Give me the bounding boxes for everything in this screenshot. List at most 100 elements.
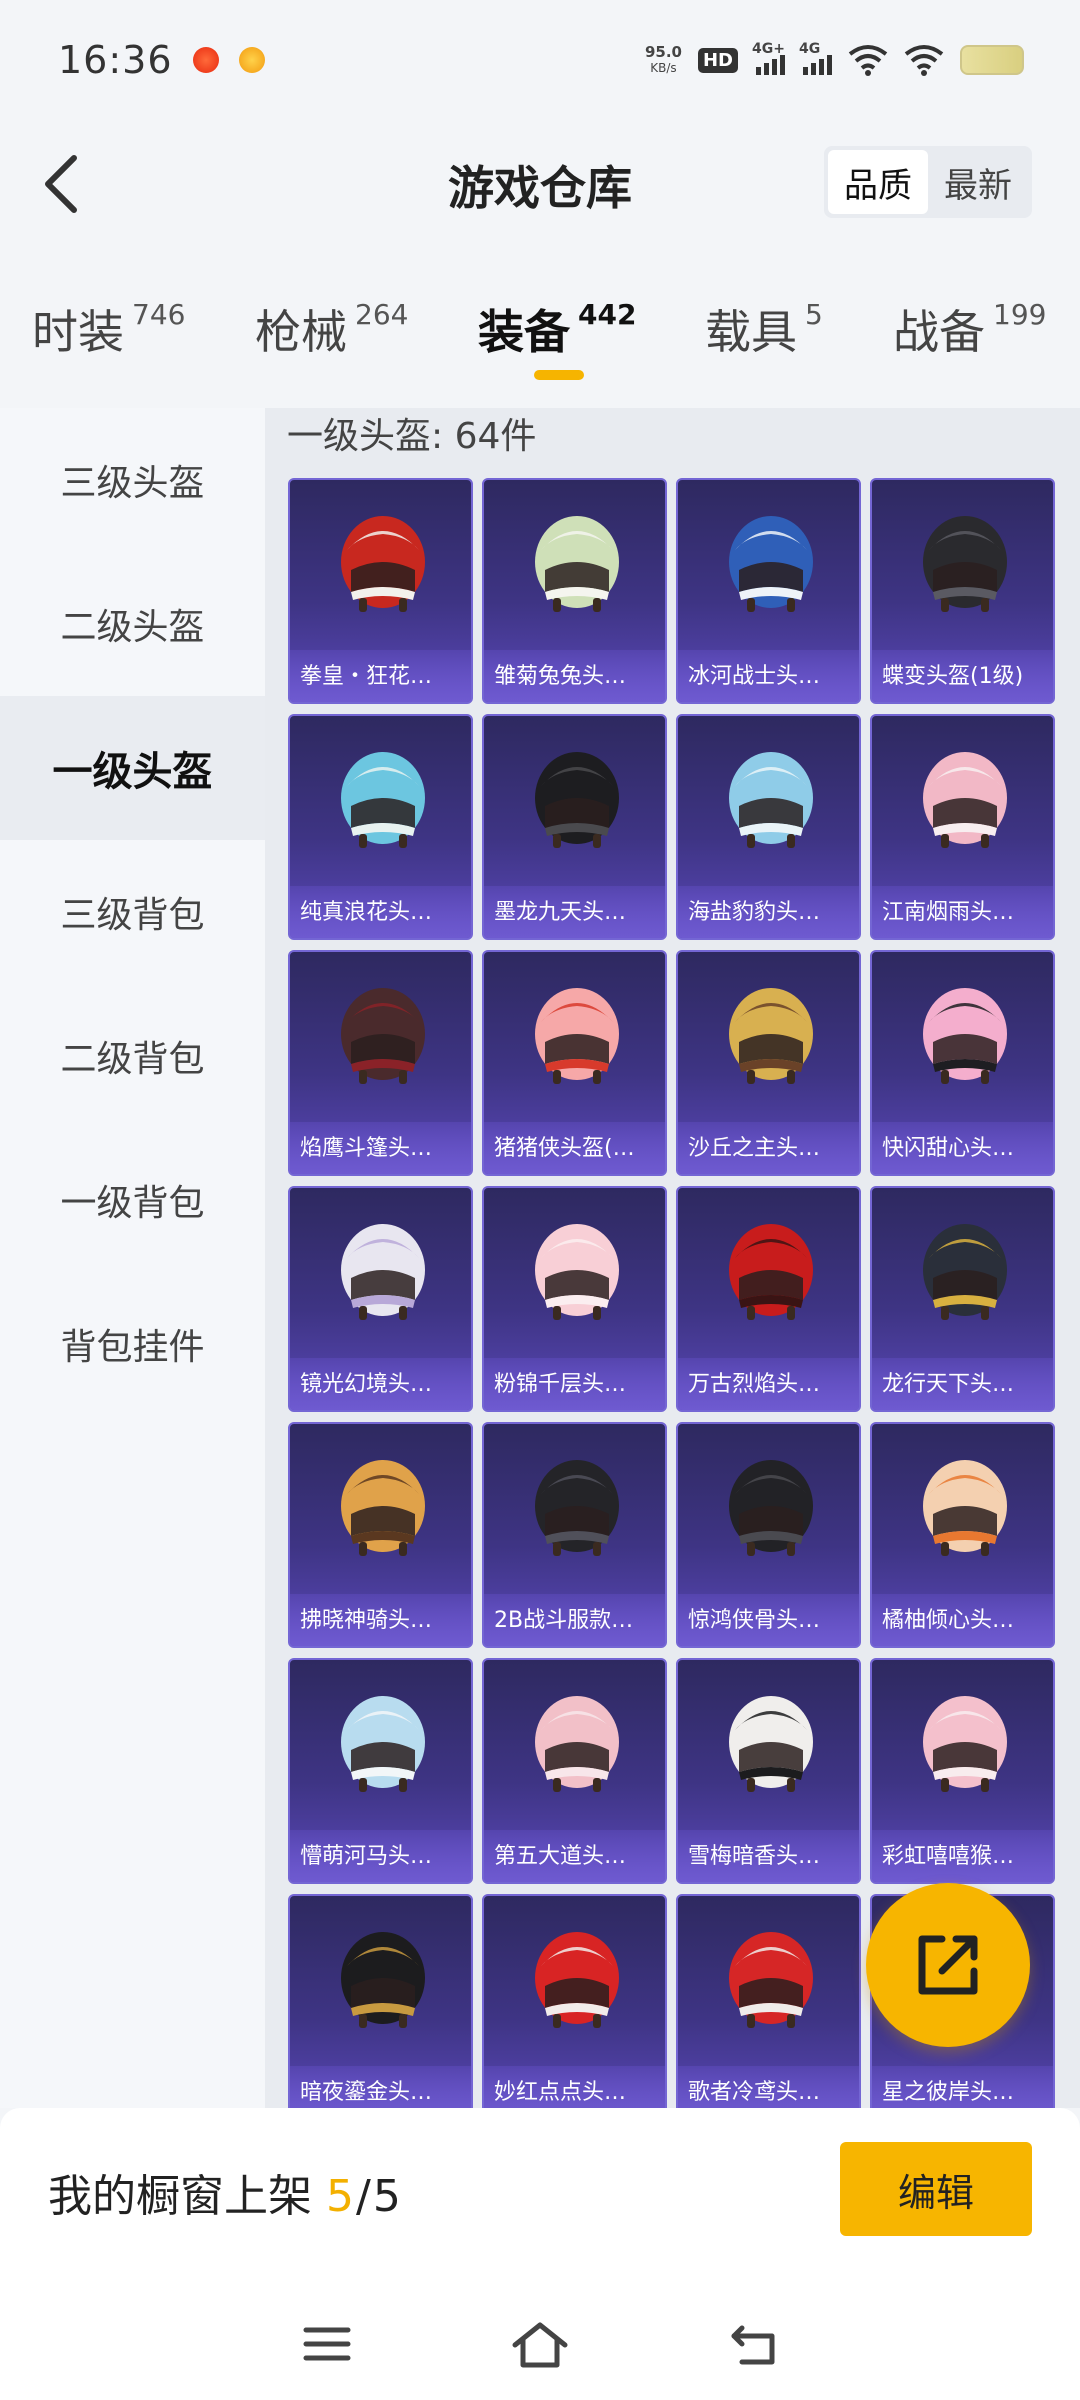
helmet-icon (535, 1696, 619, 1792)
side-item-level1-helmet[interactable]: 一级头盔 (0, 696, 265, 840)
item-name: 第五大道头… (494, 1844, 627, 1869)
item-name: 墨龙九天头… (494, 900, 627, 925)
item-card[interactable]: 2B战斗服款… (482, 1422, 667, 1648)
item-name: 2B战斗服款… (494, 1608, 634, 1633)
item-card[interactable]: 彩虹嘻嘻猴… (870, 1658, 1055, 1884)
item-name: 暗夜鎏金头… (300, 2080, 433, 2105)
wifi-icon (904, 45, 944, 76)
menu-button[interactable] (297, 2314, 357, 2374)
item-card[interactable]: 暗夜鎏金头… (288, 1894, 473, 2108)
helmet-icon (729, 752, 813, 848)
item-card[interactable]: 龙行天下头… (870, 1186, 1055, 1412)
sort-option-newest[interactable]: 最新 (928, 150, 1028, 214)
side-item-level3-helmet[interactable]: 三级头盔 (0, 408, 265, 552)
helmet-icon (341, 752, 425, 848)
item-card[interactable]: 第五大道头… (482, 1658, 667, 1884)
battery-icon (960, 45, 1024, 75)
tab-vehicles[interactable]: 载具 5 (705, 296, 823, 362)
side-item-level2-backpack[interactable]: 二级背包 (0, 984, 265, 1128)
helmet-icon (729, 1460, 813, 1556)
item-card[interactable]: 懵萌河马头… (288, 1658, 473, 1884)
side-nav: 三级头盔 二级头盔 一级头盔 三级背包 二级背包 一级背包 背包挂件 (0, 408, 265, 2108)
helmet-icon (729, 516, 813, 612)
shelf-separator: / (356, 2171, 371, 2222)
signal-icon: 4G (799, 41, 832, 75)
share-icon (918, 1935, 978, 1995)
item-card[interactable]: 拳皇・狂花… (288, 478, 473, 704)
network-speed: 95.0 KB/s (645, 44, 682, 76)
notification-cartoon-icon (238, 47, 265, 73)
item-name: 惊鸿侠骨头… (688, 1608, 821, 1633)
category-tabs: 时装 746 枪械 264 装备 442 载具 5 战备 199 (0, 280, 1080, 390)
item-name: 妙红点点头… (494, 2080, 627, 2105)
item-name: 快闪甜心头… (882, 1136, 1015, 1161)
item-card[interactable]: 镜光幻境头… (288, 1186, 473, 1412)
tab-name: 枪械 (255, 305, 347, 359)
item-card[interactable]: 墨龙九天头… (482, 714, 667, 940)
item-name: 拂晓神骑头… (300, 1608, 433, 1633)
tab-count: 442 (578, 298, 637, 331)
helmet-icon (341, 1460, 425, 1556)
helmet-icon (729, 988, 813, 1084)
item-name: 粉锦千层头… (494, 1372, 627, 1397)
tab-combat-gear[interactable]: 战备 199 (893, 296, 1046, 362)
item-card[interactable]: 江南烟雨头… (870, 714, 1055, 940)
tab-name: 装备 (478, 305, 570, 359)
item-card[interactable]: 妙红点点头… (482, 1894, 667, 2108)
item-card[interactable]: 拂晓神骑头… (288, 1422, 473, 1648)
side-item-level3-backpack[interactable]: 三级背包 (0, 840, 265, 984)
item-name: 江南烟雨头… (882, 900, 1015, 925)
edit-button[interactable]: 编辑 (840, 2142, 1032, 2236)
item-name: 纯真浪花头… (300, 900, 433, 925)
item-card[interactable]: 粉锦千层头… (482, 1186, 667, 1412)
helmet-icon (341, 516, 425, 612)
wifi-icon (848, 45, 888, 76)
item-card[interactable]: 雪梅暗香头… (676, 1658, 861, 1884)
item-name: 懵萌河马头… (300, 1844, 433, 1869)
helmet-icon (535, 988, 619, 1084)
tab-firearms[interactable]: 枪械 264 (255, 296, 408, 362)
helmet-icon (923, 1460, 1007, 1556)
item-name: 雏菊兔兔头… (494, 664, 627, 689)
item-card[interactable]: 歌者冷鸢头… (676, 1894, 861, 2108)
item-card[interactable]: 猪猪侠头盔(… (482, 950, 667, 1176)
item-card[interactable]: 橘柚倾心头… (870, 1422, 1055, 1648)
item-card[interactable]: 惊鸿侠骨头… (676, 1422, 861, 1648)
tab-equipment[interactable]: 装备 442 (478, 296, 636, 362)
signal-icon: 4G+ (752, 41, 785, 75)
item-card[interactable]: 焰鹰斗篷头… (288, 950, 473, 1176)
helmet-icon (729, 1224, 813, 1320)
item-name: 拳皇・狂花… (300, 664, 433, 689)
item-card[interactable]: 雏菊兔兔头… (482, 478, 667, 704)
side-item-level2-helmet[interactable]: 二级头盔 (0, 552, 265, 696)
item-card[interactable]: 快闪甜心头… (870, 950, 1055, 1176)
tab-fashion[interactable]: 时装 746 (32, 296, 185, 362)
side-item-level1-backpack[interactable]: 一级背包 (0, 1128, 265, 1272)
item-name: 雪梅暗香头… (688, 1844, 821, 1869)
back-nav-button[interactable] (723, 2314, 783, 2374)
item-name: 冰河战士头… (688, 664, 821, 689)
item-card[interactable]: 冰河战士头… (676, 478, 861, 704)
helmet-icon (341, 1224, 425, 1320)
share-button[interactable] (866, 1883, 1030, 2047)
shelf-label: 我的橱窗上架 (48, 2171, 312, 2222)
item-name: 星之彼岸头… (882, 2080, 1015, 2105)
notification-app-icon (192, 47, 219, 73)
item-card[interactable]: 海盐豹豹头… (676, 714, 861, 940)
helmet-icon (535, 752, 619, 848)
hd-badge: HD (697, 47, 738, 73)
sort-option-quality[interactable]: 品质 (828, 150, 928, 214)
tab-name: 时装 (32, 305, 124, 359)
back-button[interactable] (28, 152, 92, 216)
item-card[interactable]: 沙丘之主头… (676, 950, 861, 1176)
item-card[interactable]: 蝶变头盔(1级) (870, 478, 1055, 704)
item-name: 蝶变头盔(1级) (882, 664, 1024, 689)
item-name: 焰鹰斗篷头… (300, 1136, 433, 1161)
helmet-icon (341, 988, 425, 1084)
item-card[interactable]: 万古烈焰头… (676, 1186, 861, 1412)
home-button[interactable] (510, 2314, 570, 2374)
tab-count: 264 (355, 298, 409, 331)
chevron-left-icon (45, 155, 77, 213)
side-item-backpack-charm[interactable]: 背包挂件 (0, 1272, 265, 1416)
item-card[interactable]: 纯真浪花头… (288, 714, 473, 940)
